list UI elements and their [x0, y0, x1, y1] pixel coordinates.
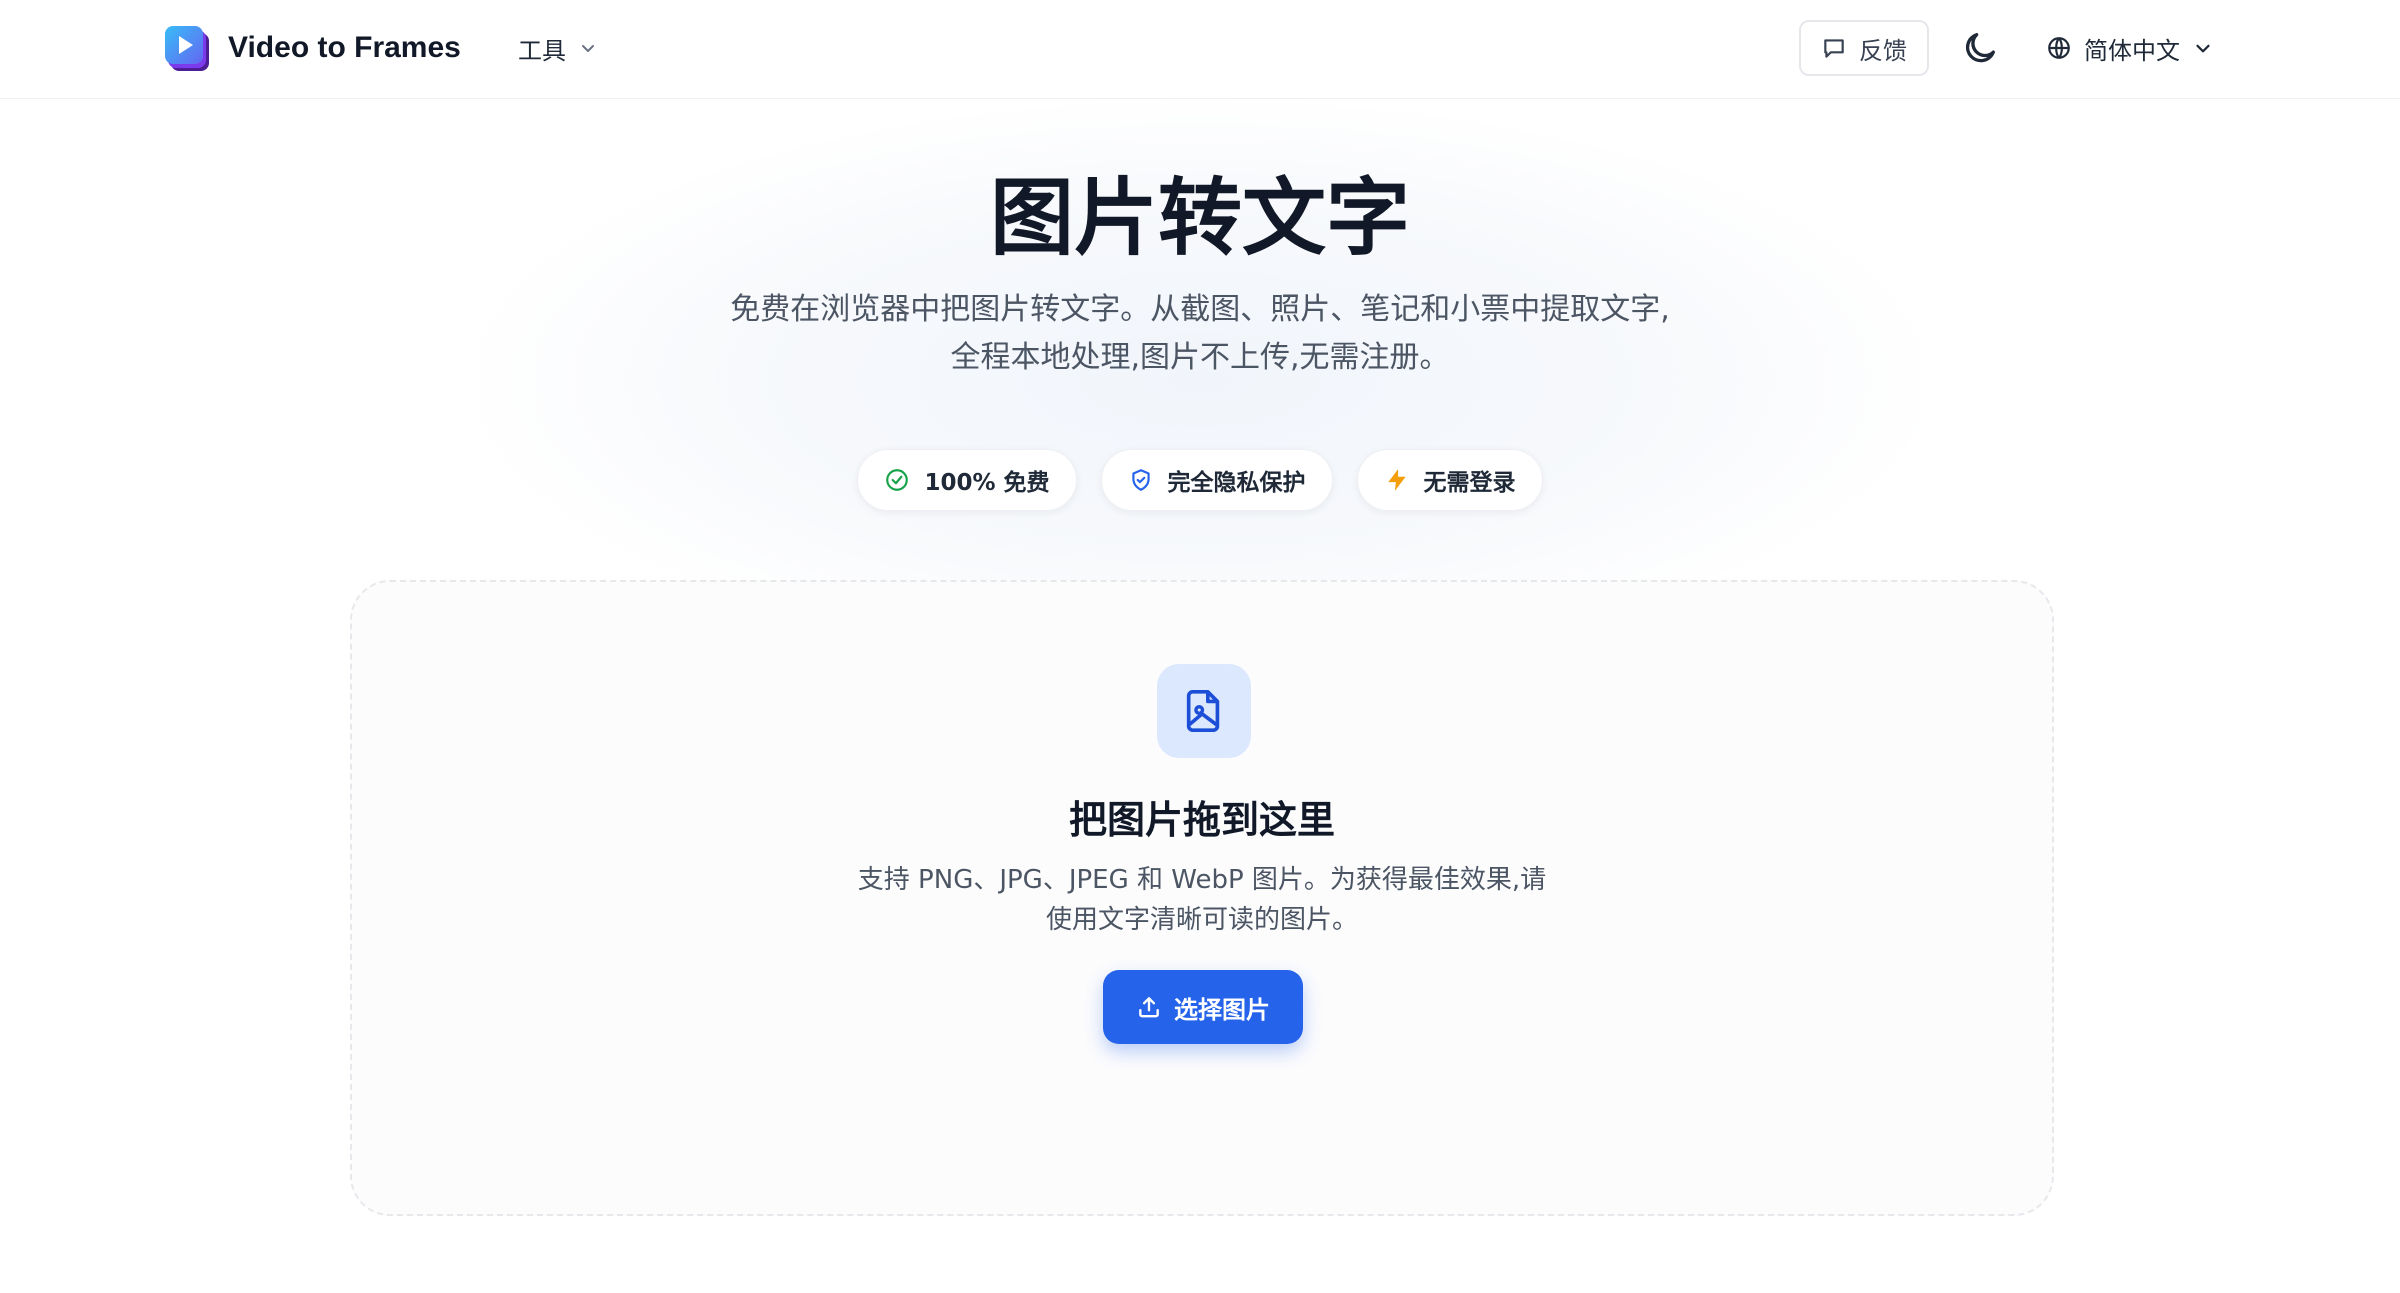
dropzone-description: 支持 PNG、JPG、JPEG 和 WebP 图片。为获得最佳效果,请 使用文字…	[822, 860, 1582, 940]
chevron-down-icon	[582, 45, 594, 52]
brand-name[interactable]: Video to Frames	[228, 28, 461, 68]
image-file-icon	[1186, 690, 1220, 732]
lightning-icon	[1387, 469, 1406, 491]
subtitle-line: 免费在浏览器中把图片转文字。从截图、照片、笔记和小票中提取文字,	[730, 292, 1670, 327]
shield-icon	[1131, 469, 1150, 491]
page-subtitle: 免费在浏览器中把图片转文字。从截图、照片、笔记和小票中提取文字, 全程本地处理,…	[700, 286, 1700, 382]
description-line: 使用文字清晰可读的图片。	[1045, 905, 1358, 935]
badge-label: 无需登录	[1423, 470, 1516, 496]
dropzone-title: 把图片拖到这里	[1068, 798, 1335, 842]
page-title: 图片转文字	[989, 169, 1410, 267]
badge-no-login: 无需登录	[1356, 449, 1543, 511]
chevron-down-icon	[2196, 44, 2210, 53]
moon-icon[interactable]	[1960, 28, 2000, 68]
language-selector[interactable]: 简体中文	[2046, 28, 2214, 68]
top-navbar: Video to Frames 工具 反馈 简体中文	[0, 0, 2400, 99]
badge-privacy: 完全隐私保护	[1100, 449, 1333, 511]
tools-menu[interactable]: 工具	[518, 30, 598, 66]
badge-free: 100% 免费	[857, 449, 1077, 511]
upload-icon	[1139, 997, 1159, 1018]
subtitle-line: 全程本地处理,图片不上传,无需注册。	[950, 340, 1450, 375]
globe-icon	[2048, 37, 2070, 59]
feature-badges: 100% 免费 完全隐私保护 无需登录	[0, 449, 2400, 513]
description-line: 支持 PNG、JPG、JPEG 和 WebP 图片。为获得最佳效果,请	[857, 865, 1547, 895]
select-image-button[interactable]: 选择图片	[1103, 970, 1303, 1044]
select-image-label: 选择图片	[1174, 995, 1270, 1024]
image-dropzone[interactable]: 把图片拖到这里 支持 PNG、JPG、JPEG 和 WebP 图片。为获得最佳效…	[350, 580, 2054, 1216]
badge-label: 100% 免费	[924, 470, 1050, 496]
message-square-icon	[1824, 39, 1844, 58]
tools-label: 工具	[518, 36, 566, 65]
feedback-button[interactable]: 反馈	[1799, 20, 1929, 76]
check-circle-icon	[886, 469, 909, 491]
feedback-label: 反馈	[1859, 36, 1907, 65]
language-label: 简体中文	[2084, 36, 2180, 65]
dropzone-icon-container	[1157, 664, 1251, 758]
app-logo-icon[interactable]	[163, 24, 211, 72]
badge-label: 完全隐私保护	[1167, 470, 1306, 496]
